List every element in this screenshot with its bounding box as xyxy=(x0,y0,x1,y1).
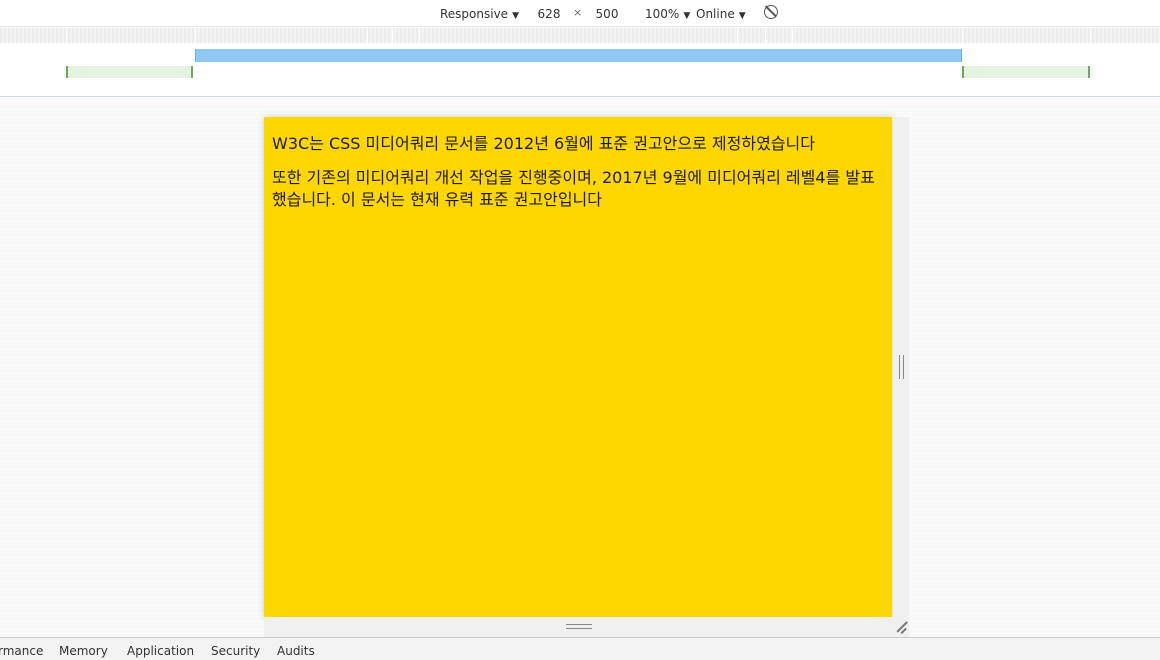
grip-icon xyxy=(899,355,904,379)
zoom-select-label: 100% xyxy=(645,7,680,21)
throttle-select-label: Online xyxy=(696,7,735,21)
emulated-viewport: W3C는 CSS 미디어쿼리 문서를 2012년 6월에 표준 권고안으로 제정… xyxy=(264,117,892,617)
paragraph-2: 또한 기존의 미디어쿼리 개선 작업을 진행중이며, 2017년 9월에 미디어… xyxy=(272,168,875,209)
resize-handle-bottom[interactable] xyxy=(264,617,909,637)
tab-performance[interactable]: rmance xyxy=(0,644,43,658)
chevron-down-icon: ▼ xyxy=(683,11,691,21)
rotate-icon[interactable] xyxy=(764,5,778,19)
chevron-down-icon: ▼ xyxy=(738,11,746,21)
width-input[interactable]: 628 xyxy=(530,5,568,23)
ruler-divider xyxy=(737,28,738,43)
media-query-min-width-bar-right[interactable] xyxy=(962,66,1090,78)
ruler-divider xyxy=(419,28,420,43)
devtools-tab-bar: rmance Memory Application Security Audit… xyxy=(0,637,1160,660)
resize-corner-icon[interactable] xyxy=(894,620,908,634)
chevron-down-icon: ▼ xyxy=(512,11,519,21)
ruler-divider xyxy=(66,28,67,43)
tab-application[interactable]: Application xyxy=(127,644,194,658)
height-input[interactable]: 500 xyxy=(588,5,626,23)
paragraph-1: W3C는 CSS 미디어쿼리 문서를 2012년 6월에 표준 권고안으로 제정… xyxy=(272,134,815,153)
ruler-divider xyxy=(792,28,793,43)
ruler-divider xyxy=(367,28,368,43)
grip-icon xyxy=(566,624,592,629)
ruler-divider xyxy=(195,28,196,43)
zoom-select[interactable]: 100% ▼ xyxy=(645,6,690,24)
device-select-label: Responsive xyxy=(440,7,509,21)
tab-audits[interactable]: Audits xyxy=(277,644,315,658)
tab-security[interactable]: Security xyxy=(211,644,260,658)
throttle-select[interactable]: Online ▼ xyxy=(696,6,746,24)
ruler-divider xyxy=(962,28,963,43)
media-query-min-width-bar-left[interactable] xyxy=(66,66,193,78)
ruler[interactable] xyxy=(0,28,1160,43)
device-toolbar: Responsive ▼ 628 × 500 100% ▼ Online ▼ xyxy=(0,0,1160,27)
times-icon: × xyxy=(573,6,583,19)
resize-handle-right[interactable] xyxy=(893,117,909,617)
ruler-divider xyxy=(392,28,393,43)
ruler-divider xyxy=(765,28,766,43)
device-select[interactable]: Responsive ▼ xyxy=(440,6,519,24)
devtools-device-mode: Responsive ▼ 628 × 500 100% ▼ Online ▼ W3C는… xyxy=(0,0,1160,660)
tab-memory[interactable]: Memory xyxy=(59,644,108,658)
ruler-divider xyxy=(1090,28,1091,43)
media-query-max-width-bar[interactable] xyxy=(195,49,962,62)
